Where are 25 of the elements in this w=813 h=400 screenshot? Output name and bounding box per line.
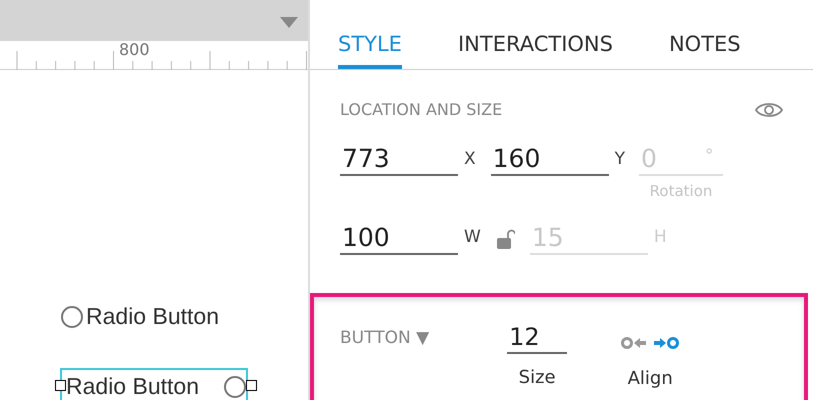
section-dropdown[interactable]: BUTTON ▼ — [340, 326, 430, 350]
input-field[interactable]: 773 — [340, 144, 458, 176]
unit-suffix: X — [464, 148, 476, 170]
tab[interactable]: STYLE — [338, 0, 402, 69]
align-left-icon[interactable] — [621, 335, 646, 351]
resize-handle[interactable] — [246, 380, 257, 391]
unit-suffix: Y — [614, 148, 626, 170]
section-title: LOCATION AND SIZE — [340, 99, 502, 121]
eye-icon[interactable] — [755, 101, 783, 119]
field-caption: Size — [518, 366, 557, 390]
radio-button[interactable]: Radio Button — [61, 305, 219, 328]
field-caption: Rotation — [648, 181, 714, 202]
ruler-label: 800 — [119, 42, 150, 58]
unlocked-lock-icon[interactable] — [496, 228, 515, 248]
unit-suffix: W — [464, 226, 481, 249]
resize-handle[interactable] — [55, 380, 66, 391]
dropdown-caret-icon[interactable] — [280, 17, 298, 28]
input-field[interactable]: 160 — [490, 144, 609, 176]
tab[interactable]: INTERACTIONS — [458, 0, 613, 69]
unit-suffix: ° — [705, 145, 714, 168]
field-caption: Align — [628, 367, 673, 391]
tab[interactable]: NOTES — [668, 0, 741, 69]
align-right-icon[interactable] — [654, 335, 680, 351]
input-field[interactable]: 100 — [340, 222, 458, 254]
input-field[interactable]: 12 — [507, 323, 568, 354]
